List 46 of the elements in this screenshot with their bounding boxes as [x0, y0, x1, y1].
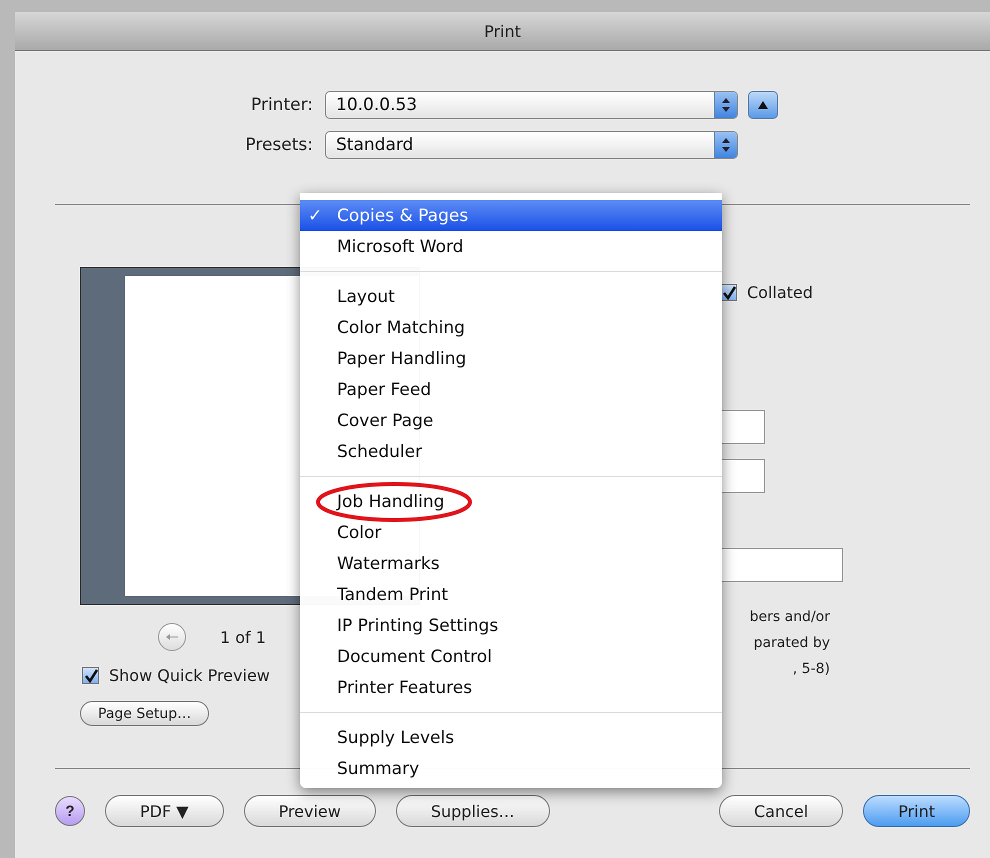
button[interactable]: PDF ▼ [105, 795, 224, 827]
menu-item[interactable]: Job Handling [300, 486, 722, 517]
button[interactable]: Supplies… [396, 795, 550, 827]
menu-item[interactable]: IP Printing Settings [300, 610, 722, 641]
stepper-icon [714, 132, 737, 158]
popup-menu[interactable]: 10.0.0.53 [325, 91, 738, 119]
window-title: Print [484, 22, 521, 40]
print-button[interactable]: Print [863, 795, 970, 827]
menu-item[interactable]: Color Matching [300, 312, 722, 343]
checkbox[interactable] [82, 667, 99, 684]
input-field[interactable] [720, 459, 765, 493]
hint-text: parated by [754, 634, 830, 653]
page-indicator: 1 of 1 [220, 628, 266, 646]
menu-item[interactable]: Layout [300, 281, 722, 312]
previous-page-button[interactable] [158, 623, 186, 651]
help-button[interactable]: ? [55, 796, 85, 826]
menu-item[interactable]: Document Control [300, 641, 722, 672]
page-setup-button[interactable]: Page Setup… [80, 701, 210, 726]
hint-text: , 5-8) [792, 660, 830, 679]
menu-item[interactable]: Tandem Print [300, 579, 722, 610]
menu-item[interactable]: Scheduler [300, 436, 722, 467]
menu-item[interactable]: ✓ Copies & Pages [300, 200, 722, 231]
menu-item[interactable]: Paper Feed [300, 374, 722, 405]
menu-item[interactable]: Color [300, 517, 722, 548]
button[interactable]: Preview [244, 795, 376, 827]
checkbox-label: Collated [747, 283, 813, 302]
checkmark: ✓ [308, 206, 322, 226]
checkbox-label: Show Quick Preview [109, 666, 270, 685]
hint-text: bers and/or [750, 608, 830, 627]
collapse-button[interactable] [748, 91, 778, 119]
menu-item[interactable]: Watermarks [300, 548, 722, 579]
input-field[interactable] [720, 548, 843, 582]
field-label: Presets: [244, 135, 313, 155]
menu-item[interactable]: Supply Levels [300, 722, 722, 753]
triangle-icon [758, 101, 768, 109]
menu-item[interactable]: Printer Features [300, 672, 722, 703]
menu-item[interactable]: Microsoft Word [300, 231, 722, 262]
input-field[interactable] [720, 410, 765, 444]
field-label: Printer: [250, 95, 313, 115]
button[interactable]: Cancel [718, 795, 844, 827]
stepper-icon [714, 92, 737, 118]
arrow-left-icon [166, 634, 178, 640]
popup-menu[interactable]: Standard [325, 131, 738, 159]
menu-item[interactable]: Summary [300, 753, 722, 784]
menu-item[interactable]: Paper Handling [300, 343, 722, 374]
menu-item[interactable]: Cover Page [300, 405, 722, 436]
